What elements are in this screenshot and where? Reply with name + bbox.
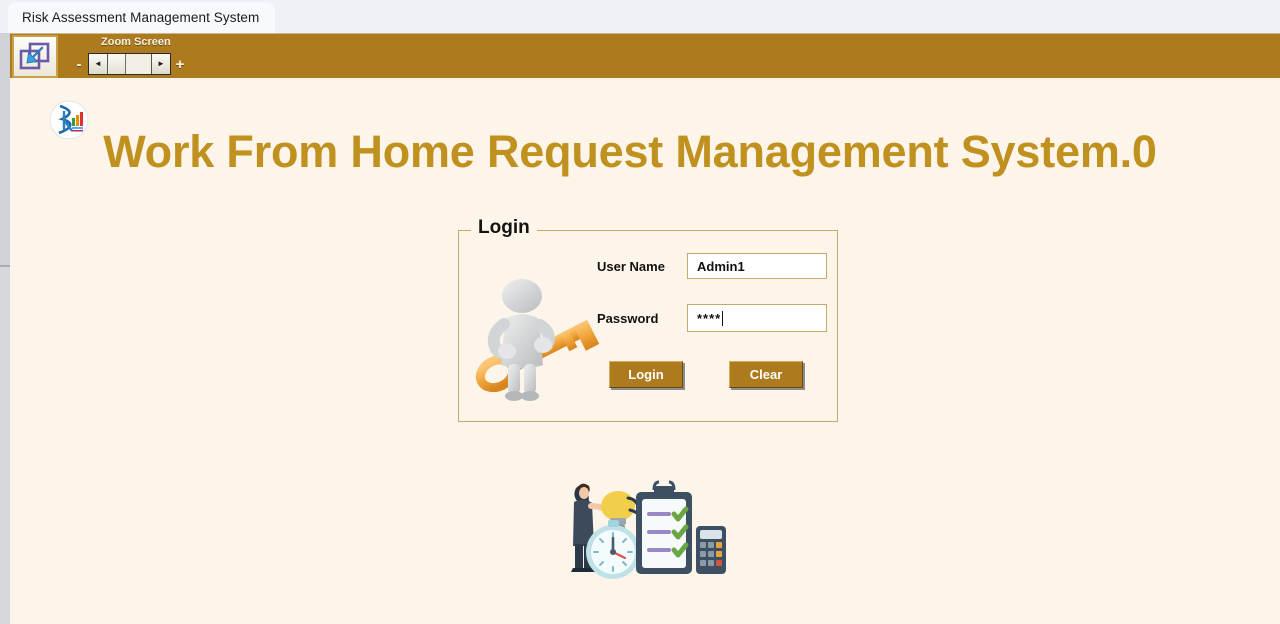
username-row: User Name Admin1 [597, 253, 827, 279]
login-button-row: Login Clear [609, 361, 803, 388]
chevron-right-icon: ► [157, 59, 165, 68]
application-canvas: Work From Home Request Management System… [10, 78, 1280, 624]
restore-screen-button[interactable] [12, 35, 58, 78]
restore-down-arrow-icon [19, 42, 50, 69]
zoom-slider-track[interactable] [108, 54, 151, 74]
zoom-slider-right-arrow[interactable]: ► [151, 54, 170, 74]
password-input[interactable]: **** [687, 304, 827, 332]
left-gutter-upper [0, 33, 10, 265]
username-input[interactable]: Admin1 [687, 253, 827, 279]
zoom-toolbar: Zoom Screen - ◄ ► + [10, 33, 1280, 78]
window-tab[interactable]: Risk Assessment Management System [8, 2, 276, 33]
password-row: Password **** [597, 304, 827, 332]
zoom-slider[interactable]: ◄ ► [88, 53, 171, 75]
zoom-screen-label: Zoom Screen [101, 36, 171, 48]
login-button[interactable]: Login [609, 361, 683, 388]
password-value: **** [697, 310, 722, 326]
login-panel: Login User Name Admin1 Password **** Log… [458, 218, 838, 422]
text-caret [722, 310, 724, 326]
chevron-left-icon: ◄ [94, 59, 102, 68]
left-gutter [0, 33, 10, 624]
zoom-slider-left-arrow[interactable]: ◄ [89, 54, 108, 74]
password-label: Password [597, 310, 659, 326]
footer-illustration [558, 472, 730, 582]
clear-button[interactable]: Clear [729, 361, 803, 388]
username-value: Admin1 [697, 258, 745, 274]
zoom-slider-thumb[interactable] [109, 54, 126, 74]
application-window: Risk Assessment Management System Zoom S… [0, 0, 1280, 624]
login-illustration [463, 269, 603, 401]
business-productivity-checklist-icon [571, 480, 726, 579]
window-tab-strip: Risk Assessment Management System [0, 0, 1280, 33]
login-panel-legend: Login [471, 218, 537, 237]
zoom-increase-button[interactable]: + [171, 56, 189, 73]
zoom-slider-row: - ◄ ► + [70, 53, 189, 75]
left-gutter-divider [0, 265, 10, 267]
username-label: User Name [597, 258, 665, 274]
person-holding-key-icon [475, 279, 600, 401]
page-title: Work From Home Request Management System… [103, 126, 1157, 177]
window-tab-title: Risk Assessment Management System [22, 10, 260, 25]
zoom-decrease-button[interactable]: - [70, 56, 88, 73]
